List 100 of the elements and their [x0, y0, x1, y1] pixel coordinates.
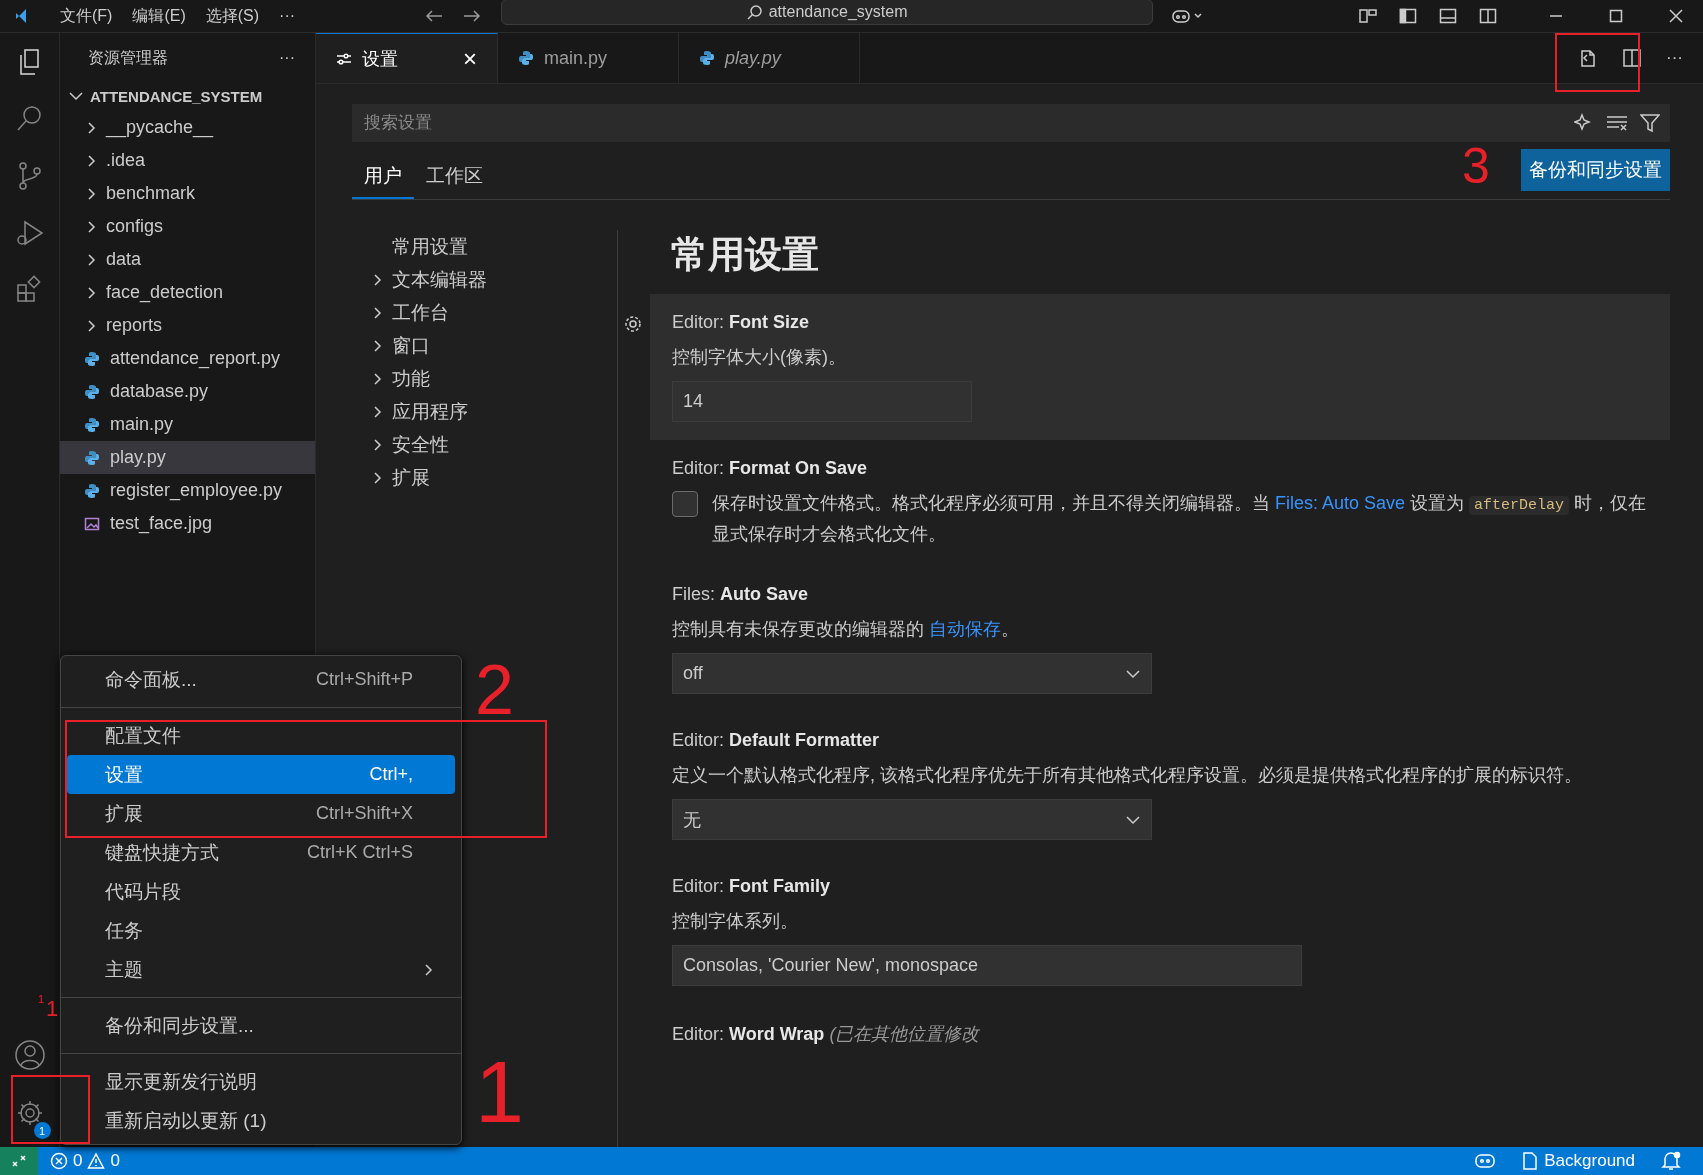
file-name: attendance_report.py	[110, 348, 281, 369]
file-tree-item[interactable]: data	[60, 243, 315, 276]
setting-link[interactable]: Files: Auto Save	[1275, 493, 1406, 513]
dropdown-value: 无	[683, 808, 701, 832]
file-tree-item[interactable]: test_face.jpg	[60, 507, 315, 540]
menu-item[interactable]: 选择(S)	[195, 5, 270, 27]
toc-label: 窗口	[392, 333, 430, 358]
settings-icon[interactable]	[623, 314, 643, 334]
file-tree-item[interactable]: main.py	[60, 408, 315, 441]
sync-settings-button[interactable]: 备份和同步设置	[1521, 149, 1670, 191]
filter-icon[interactable]	[1640, 113, 1660, 133]
file-name: play.py	[110, 447, 166, 468]
file-tree-item[interactable]: database.py	[60, 375, 315, 408]
problems-button[interactable]: 0 0	[50, 1151, 120, 1171]
command-search-field[interactable]: attendance_system	[501, 0, 1154, 25]
menu-item[interactable]: 设置 Ctrl+,	[67, 755, 455, 794]
toc-item[interactable]: 窗口	[352, 329, 617, 362]
account-icon[interactable]	[13, 1039, 46, 1071]
menu-item[interactable]: 键盘快捷方式 Ctrl+K Ctrl+S	[67, 833, 455, 872]
file-tree-item[interactable]: play.py	[60, 441, 315, 474]
file-tree-item[interactable]: face_detection	[60, 276, 315, 309]
split-layout-icon[interactable]	[1479, 8, 1497, 24]
checkbox[interactable]	[672, 491, 698, 517]
more-actions-button[interactable]: ···	[1666, 48, 1683, 68]
menu-item[interactable]: 显示更新发行说明	[67, 1062, 455, 1101]
toc-item[interactable]: 常用设置	[352, 230, 617, 263]
search-icon	[746, 4, 763, 20]
menu-item[interactable]: 备份和同步设置...	[67, 1006, 455, 1045]
annotation-number: 1	[475, 1048, 524, 1136]
file-name: .idea	[106, 150, 146, 171]
toc-item[interactable]: 功能	[352, 362, 617, 395]
image-file-icon	[84, 515, 100, 532]
file-tree-item[interactable]: __pycache__	[60, 111, 315, 144]
open-json-file-icon[interactable]	[1578, 48, 1598, 68]
setting-link[interactable]: 自动保存	[929, 619, 1001, 639]
dropdown[interactable]: 无	[672, 799, 1152, 840]
chevron-right-icon	[372, 271, 382, 288]
split-editor-icon[interactable]	[1622, 48, 1642, 68]
toc-label: 功能	[392, 366, 430, 391]
python-file-icon	[84, 350, 100, 367]
annotation-number: 3	[1462, 141, 1490, 191]
file-tree-item[interactable]: reports	[60, 309, 315, 342]
layout-icon[interactable]	[1359, 8, 1377, 24]
folder-header[interactable]: ATTENDANCE_SYSTEM	[60, 83, 315, 109]
menu-item[interactable]: ···	[269, 7, 306, 25]
scope-tab[interactable]: 工作区	[414, 163, 495, 199]
toc-label: 扩展	[392, 465, 430, 490]
dropdown[interactable]: off	[672, 653, 1152, 694]
file-tree-item[interactable]: attendance_report.py	[60, 342, 315, 375]
search-text: attendance_system	[768, 3, 908, 21]
menu-item[interactable]: 主题	[67, 950, 455, 989]
menu-item[interactable]: 代码片段	[67, 872, 455, 911]
menu-item[interactable]: 重新启动以更新 (1)	[67, 1101, 455, 1140]
number-input-field[interactable]: 14	[672, 381, 972, 422]
close-tab-button[interactable]: ×	[463, 44, 477, 73]
toc-item[interactable]: 文本编辑器	[352, 263, 617, 296]
clear-filter-icon[interactable]	[1606, 114, 1628, 132]
python-file-icon	[84, 449, 100, 466]
menu-item[interactable]: 任务	[67, 911, 455, 950]
toc-item[interactable]: 应用程序	[352, 395, 617, 428]
back-arrow-icon[interactable]	[425, 9, 444, 23]
maximize-icon[interactable]	[1609, 9, 1623, 23]
file-tree-item[interactable]: register_employee.py	[60, 474, 315, 507]
file-tree-item[interactable]: benchmark	[60, 177, 315, 210]
python-file-icon	[699, 50, 715, 66]
toc-item[interactable]: 扩展	[352, 461, 617, 494]
menu-item[interactable]: 文件(F)	[50, 5, 123, 27]
file-tree-item[interactable]: .idea	[60, 144, 315, 177]
toc-item[interactable]: 安全性	[352, 428, 617, 461]
file-tree-item[interactable]: configs	[60, 210, 315, 243]
chevron-right-icon	[86, 251, 96, 268]
more-actions-button[interactable]: ···	[279, 49, 295, 67]
search-box[interactable]: 搜索设置	[352, 104, 1670, 142]
setting-description: 控制字体大小(像素)。	[672, 346, 847, 369]
toc-label: 文本编辑器	[392, 267, 487, 292]
menu-item[interactable]: 编辑(E)	[122, 5, 196, 27]
forward-arrow-icon[interactable]	[463, 9, 482, 23]
close-icon[interactable]	[1669, 9, 1683, 23]
menu-item[interactable]: 扩展 Ctrl+Shift+X	[67, 794, 455, 833]
panel-toggle-icon[interactable]	[1439, 8, 1457, 24]
chevron-right-icon	[372, 370, 382, 387]
notification-bell-icon[interactable]	[1661, 1151, 1681, 1171]
editor-tab[interactable]: 设置 ×	[316, 33, 498, 83]
background-status[interactable]: Background	[1522, 1151, 1635, 1171]
menu-item[interactable]: 配置文件	[67, 716, 455, 755]
menu-item[interactable]: 命令面板... Ctrl+Shift+P	[67, 660, 455, 699]
chevron-right-icon	[372, 337, 382, 354]
run-debug-icon[interactable]	[14, 218, 45, 248]
menu-label: 设置	[105, 762, 143, 787]
chevron-right-icon	[86, 152, 96, 169]
error-icon	[50, 1152, 68, 1170]
text-input-field[interactable]: Consolas, 'Courier New', monospace	[672, 945, 1302, 986]
sidebar-toggle-icon[interactable]	[1399, 8, 1417, 24]
setting-description: 保存时设置文件格式。格式化程序必须可用，并且不得关闭编辑器。当 Files: Auto Save 设置为 afterDelay 时，仅在显式保存时才会格式化文件。	[712, 492, 1648, 546]
file-name: configs	[106, 216, 164, 237]
settings-search-field[interactable]: 搜索设置	[362, 112, 1562, 134]
python-file-icon	[84, 383, 100, 400]
scope-tab[interactable]: 用户	[352, 163, 414, 199]
toc-item[interactable]: 工作台	[352, 296, 617, 329]
chevron-right-icon	[86, 185, 96, 202]
